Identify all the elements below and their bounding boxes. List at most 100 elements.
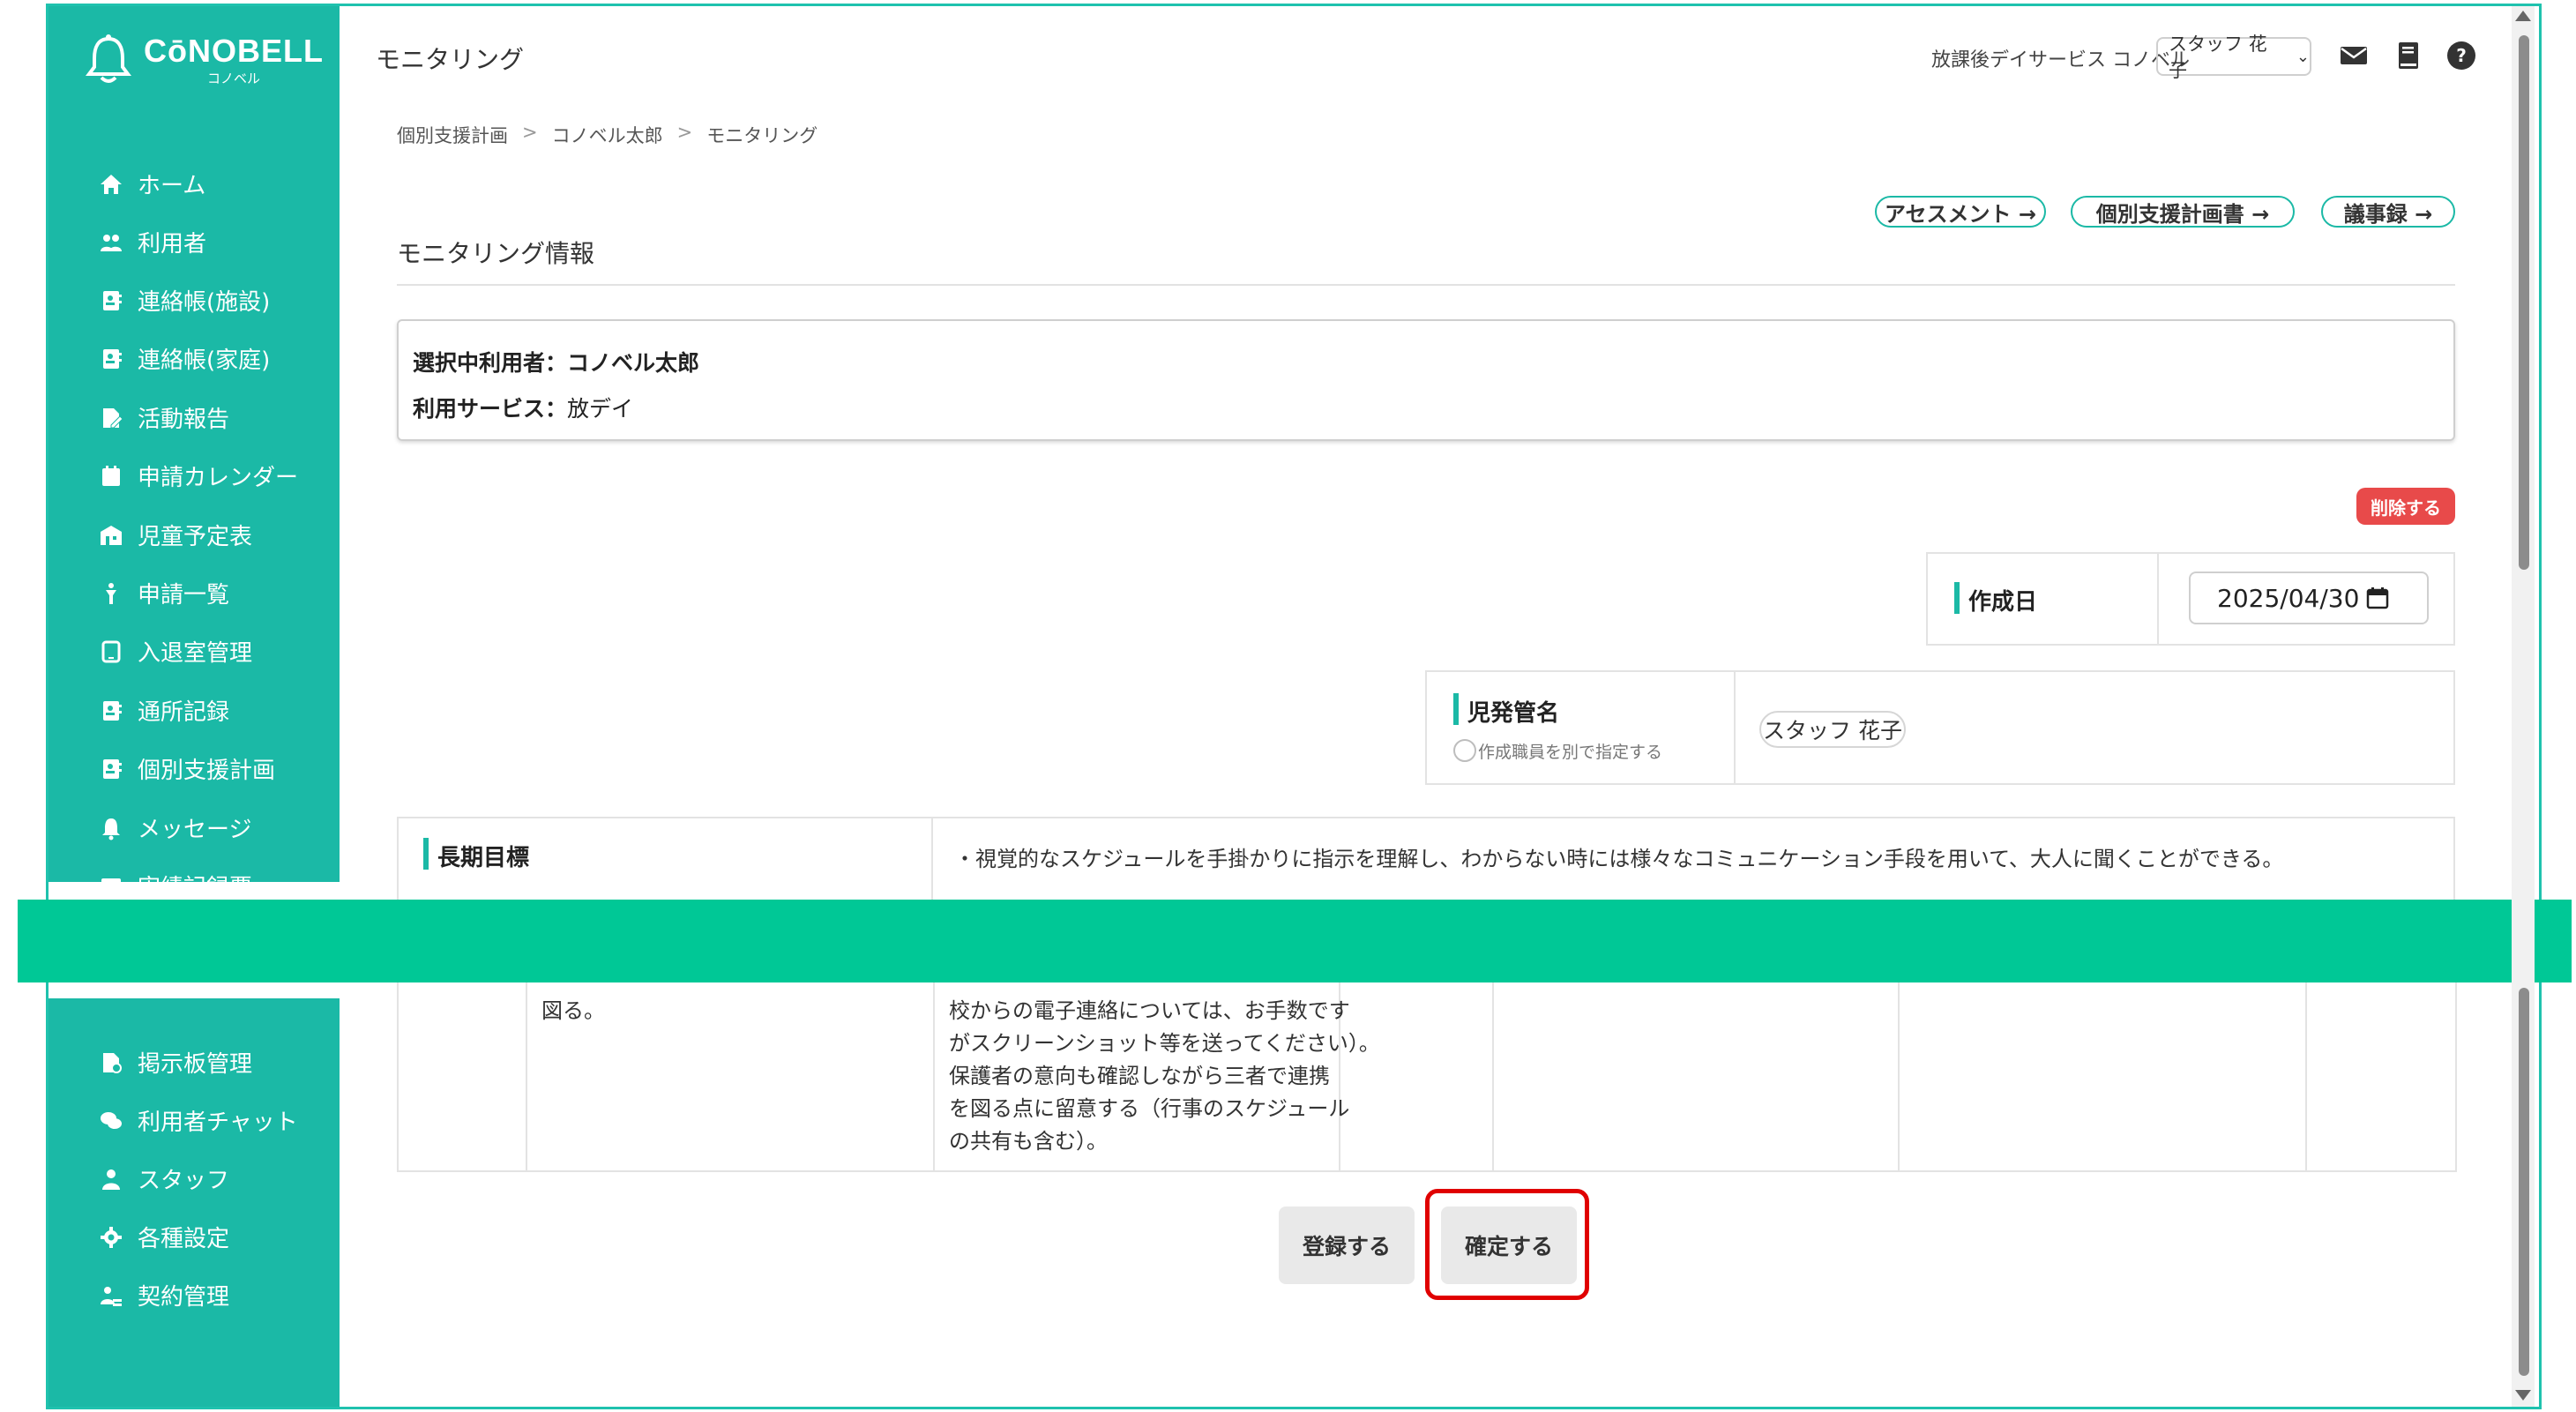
sidebar-item-label: 利用者チャット xyxy=(138,1109,298,1136)
mail-icon[interactable] xyxy=(2339,41,2369,71)
brand-subname: コノベル xyxy=(206,70,260,86)
assessment-link-button[interactable]: アセスメント → xyxy=(1875,196,2046,228)
date-label-cell xyxy=(1926,552,2159,646)
sidebar-item[interactable]: 申請一覧 xyxy=(99,577,229,609)
table-col-border xyxy=(1492,982,1494,1172)
breadcrumb-item-user[interactable]: コノベル太郎 xyxy=(552,122,663,148)
book-icon[interactable] xyxy=(2393,41,2423,71)
selected-user-value: コノベル太郎 xyxy=(567,350,700,376)
table-cell-line: を図る点に留意する（行事のスケジュール xyxy=(949,1096,1350,1121)
sidebar-item-label: 通所記録 xyxy=(138,699,230,726)
table-col-border xyxy=(1898,982,1900,1172)
sidebar-item[interactable]: 連絡帳(家庭) xyxy=(99,342,270,375)
sidebar-item-label: ホーム xyxy=(138,173,206,199)
users-icon xyxy=(101,234,122,251)
list-icon xyxy=(106,582,116,604)
bell-icon xyxy=(102,818,120,840)
chevron-down-icon: ⌄ xyxy=(2296,47,2310,66)
sidebar-item[interactable]: 通所記録 xyxy=(99,694,229,727)
selected-user-label: 選択中利用者： xyxy=(413,350,568,376)
scroll-down-arrow-icon[interactable] xyxy=(2515,1390,2531,1401)
breadcrumb-separator: > xyxy=(522,122,538,143)
home-icon xyxy=(101,174,122,194)
bell-logo-icon xyxy=(86,34,131,83)
sidebar-item-label: 各種設定 xyxy=(138,1226,230,1252)
table-col-border xyxy=(933,982,935,1172)
calendar-icon[interactable] xyxy=(2366,586,2389,609)
table-cell-line: の共有も含む）。 xyxy=(949,1129,1108,1154)
report-icon xyxy=(103,407,123,428)
manager-chip[interactable]: スタッフ 花子 xyxy=(1759,711,1906,748)
table-col-border xyxy=(2305,982,2307,1172)
gear-icon xyxy=(101,1226,122,1248)
svg-text:?: ? xyxy=(2456,45,2467,66)
manager-label-cell xyxy=(1425,670,1736,785)
register-button[interactable]: 登録する xyxy=(1279,1207,1415,1284)
sidebar-item[interactable]: 掲示板管理 xyxy=(99,1046,252,1079)
label-accent-bar xyxy=(1453,693,1459,725)
table-bottom-border xyxy=(397,1170,2457,1172)
board-icon xyxy=(103,1052,122,1073)
minutes-link-button[interactable]: 議事録 → xyxy=(2321,196,2455,228)
long-goal-label: 長期目標 xyxy=(437,845,530,871)
table-cell-line: 校からの電子連絡については、お手数です xyxy=(949,998,1350,1023)
sidebar-item[interactable]: 活動報告 xyxy=(99,401,229,434)
sidebar-item[interactable]: 連絡帳(施設) xyxy=(99,284,270,317)
table-col-border xyxy=(526,982,527,1172)
sidebar-item[interactable]: スタッフ xyxy=(99,1162,229,1195)
support-plan-link-button[interactable]: 個別支援計画書 → xyxy=(2071,196,2295,228)
brand-logo[interactable]: CōNOBELL コノベル xyxy=(84,34,324,86)
sidebar-item[interactable]: 各種設定 xyxy=(99,1221,229,1253)
sidebar-item-label: 活動報告 xyxy=(138,407,230,433)
table-col-border xyxy=(397,982,399,1172)
office-name: 放課後デイサービス コノベル xyxy=(1931,49,2190,71)
sidebar-item[interactable]: 申請カレンダー xyxy=(99,459,298,492)
scroll-up-arrow-icon[interactable] xyxy=(2515,11,2531,21)
selected-user-line: 選択中利用者：コノベル太郎 xyxy=(413,340,2439,386)
contact-book-icon xyxy=(103,348,122,369)
sidebar-item[interactable]: 契約管理 xyxy=(99,1279,229,1311)
manager-radio[interactable] xyxy=(1453,739,1476,762)
sidebar-item[interactable]: ホーム xyxy=(99,168,205,200)
sidebar-item-label: 児童予定表 xyxy=(138,524,253,550)
scroll-thumb[interactable] xyxy=(2519,35,2529,570)
sidebar-item[interactable]: 利用者 xyxy=(99,226,206,258)
selected-user-box: 選択中利用者：コノベル太郎 利用サービス：放デイ xyxy=(397,319,2455,441)
help-icon[interactable]: ? xyxy=(2446,41,2476,71)
staff-select[interactable]: スタッフ 花子 ⌄ xyxy=(2156,34,2311,81)
sidebar-item[interactable]: メッセージ xyxy=(99,811,251,844)
sidebar-item[interactable]: 入退室管理 xyxy=(99,635,252,668)
sidebar-item-label: 申請カレンダー xyxy=(138,465,299,491)
date-input[interactable]: 2025/04/30 xyxy=(2189,572,2429,624)
long-goal-text: ・視覚的なスケジュールを手掛かりに指示を理解し、わからない時には様々なコミュニケ… xyxy=(954,847,2284,871)
staff-select-value: スタッフ 花子 xyxy=(2169,34,2267,81)
confirm-highlight-box xyxy=(1425,1189,1589,1300)
sidebar-item-label: スタッフ xyxy=(138,1168,230,1194)
sidebar-item[interactable]: 児童予定表 xyxy=(99,519,252,551)
manager-radio-label: 作成職員を別で指定する xyxy=(1478,743,1663,762)
breadcrumb-separator: > xyxy=(676,122,693,143)
sidebar-item-label: 連絡帳(家庭) xyxy=(138,347,271,374)
brand-name: CōNOBELL xyxy=(144,32,324,69)
breadcrumb: 個別支援計画 > コノベル太郎 > モニタリング xyxy=(397,122,818,148)
overlay-band xyxy=(18,900,2572,982)
sidebar-item-label: メッセージ xyxy=(138,817,252,843)
sidebar-item[interactable]: 個別支援計画 xyxy=(99,752,275,785)
page-title: モニタリング xyxy=(376,45,525,74)
table-col-border xyxy=(2455,982,2457,1172)
sidebar-item-label: 掲示板管理 xyxy=(138,1051,253,1078)
scroll-thumb-lower[interactable] xyxy=(2519,988,2529,1376)
label-accent-bar xyxy=(423,838,429,870)
breadcrumb-item-plan[interactable]: 個別支援計画 xyxy=(397,122,508,148)
sidebar-item[interactable]: 利用者チャット xyxy=(99,1104,298,1137)
sidebar-item-label: 契約管理 xyxy=(138,1284,230,1311)
sidebar-item-label: 申請一覧 xyxy=(138,582,230,609)
sidebar-item-label: 入退室管理 xyxy=(138,640,253,667)
schedule-icon xyxy=(101,525,122,545)
table-cell-multiline: 校からの電子連絡については、お手数です がスクリーンショット等を送ってください）… xyxy=(949,995,1380,1158)
staff-icon xyxy=(102,1169,120,1190)
section-divider xyxy=(397,284,2455,286)
sidebar-item-label: 利用者 xyxy=(138,231,207,258)
delete-button[interactable]: 削除する xyxy=(2356,488,2455,525)
tablet-icon xyxy=(101,640,121,662)
